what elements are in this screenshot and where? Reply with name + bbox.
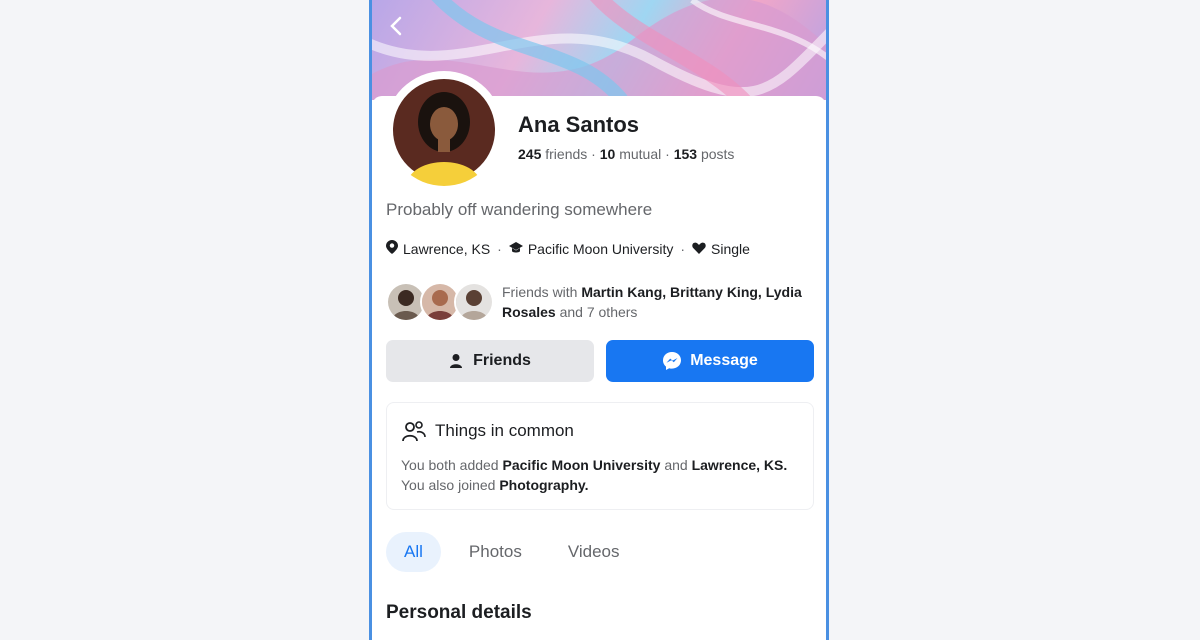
stats-separator: ·: [665, 146, 670, 162]
personal-details-heading: Personal details: [386, 602, 532, 623]
common-item[interactable]: Photography.: [499, 477, 588, 493]
chevron-left-icon: [390, 16, 402, 36]
mutual-friend-avatar[interactable]: [454, 282, 494, 322]
common-text: You both added: [401, 457, 499, 473]
common-text: You also joined: [401, 477, 496, 493]
common-item[interactable]: Pacific Moon University: [502, 457, 660, 473]
mutual-friend-name[interactable]: Martin Kang,: [581, 284, 666, 300]
stats-separator: ·: [591, 146, 596, 162]
details-separator: ·: [497, 240, 502, 257]
message-button-label: Message: [690, 352, 758, 369]
profile-name: Ana Santos: [518, 112, 640, 137]
mutual-friend-name[interactable]: Brittany King,: [670, 284, 762, 300]
profile-tabs: All Photos Videos: [386, 530, 638, 574]
things-in-common-text: You both added Pacific Moon University a…: [401, 455, 801, 495]
people-icon: [401, 419, 427, 445]
profile-details: Lawrence, KS · Pacific Moon University ·…: [386, 240, 750, 257]
tab-all[interactable]: All: [386, 532, 441, 572]
common-item[interactable]: Lawrence, KS.: [692, 457, 788, 473]
posts-count[interactable]: 153: [674, 146, 697, 162]
things-in-common-title: Things in common: [435, 421, 574, 440]
tab-photos[interactable]: Photos: [451, 532, 540, 572]
profile-avatar[interactable]: [388, 74, 500, 186]
details-separator: ·: [680, 240, 686, 257]
friends-label: friends: [545, 146, 588, 162]
school-text[interactable]: Pacific Moon University: [528, 241, 674, 257]
common-text: and: [664, 457, 688, 473]
things-in-common-card: Things in common You both added Pacific …: [386, 402, 814, 510]
mutual-prefix: Friends with: [502, 284, 578, 300]
avatar-photo: [389, 75, 499, 186]
friends-button-label: Friends: [473, 352, 531, 369]
graduation-cap-icon: [508, 241, 523, 257]
profile-screen: Ana Santos 245 friends · 10 mutual · 153…: [369, 0, 829, 640]
friends-button[interactable]: Friends: [386, 340, 594, 382]
person-icon: [450, 354, 463, 368]
mutual-friends[interactable]: Friends with Martin Kang, Brittany King,…: [386, 280, 816, 324]
messenger-icon: [663, 352, 682, 370]
map-pin-icon: [386, 240, 398, 257]
tab-videos[interactable]: Videos: [550, 532, 638, 572]
mutual-label: mutual: [619, 146, 662, 162]
profile-stats: 245 friends · 10 mutual · 153 posts: [518, 146, 734, 162]
mutual-count[interactable]: 10: [600, 146, 616, 162]
mutual-suffix[interactable]: and 7 others: [560, 304, 638, 320]
back-button[interactable]: [386, 12, 410, 40]
message-button[interactable]: Message: [606, 340, 814, 382]
location-text[interactable]: Lawrence, KS: [403, 241, 490, 257]
profile-bio: Probably off wandering somewhere: [386, 200, 653, 219]
mutual-friends-text: Friends with Martin Kang, Brittany King,…: [502, 282, 822, 322]
relationship-text: Single: [711, 240, 750, 257]
posts-label: posts: [700, 146, 735, 162]
friends-count[interactable]: 245: [518, 146, 541, 162]
heart-icon: [692, 241, 706, 257]
